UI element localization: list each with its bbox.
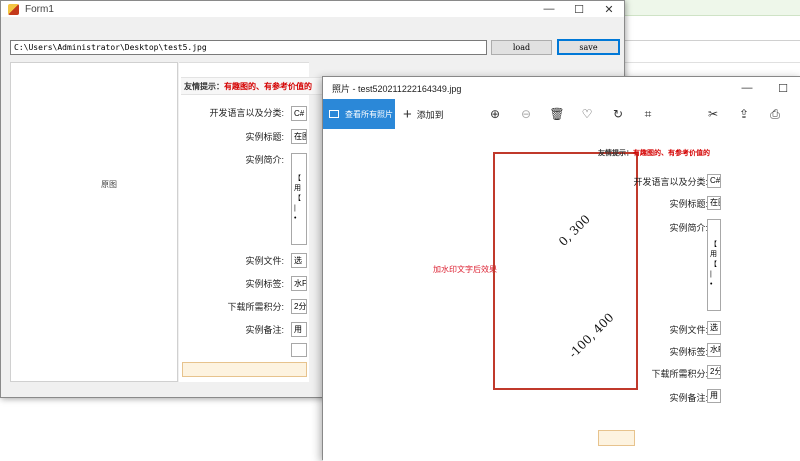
inner-field-title: 在图 <box>707 196 721 210</box>
form1-titlebar: Form1 — ☐ ✕ <box>1 1 624 17</box>
inner-field-file: 选 <box>707 321 721 335</box>
inner-field-tags: 水F <box>707 343 721 357</box>
zoom-in-icon[interactable]: ⊕ <box>483 99 507 129</box>
field-file[interactable]: 选 <box>291 253 307 268</box>
tip-text: 有趣图的、有参考价值的 <box>224 82 312 91</box>
original-picture-label: 原图 <box>101 180 117 189</box>
label-language: 开发语言以及分类: <box>209 108 284 118</box>
form1-title: Form1 <box>25 3 54 15</box>
inner-field-intro: 【 用 【 | • <box>707 219 721 311</box>
label-tags: 实例标签: <box>245 279 284 289</box>
maximize-button[interactable]: ☐ <box>564 1 594 17</box>
photos-window: 照片 - test520211222164349.jpg — ☐ 查看所有照片 … <box>322 76 800 461</box>
tip-prefix: 友情提示： <box>184 82 224 91</box>
inner-screenshot: 友情提示：有趣图的、有参考价值的 开发语言以及分类: C# 实例标题: 在图 实… <box>595 129 800 461</box>
photos-title: 照片 - test520211222164349.jpg <box>332 83 462 94</box>
save-button[interactable]: save <box>557 39 620 55</box>
edit-icon[interactable]: ✂ <box>701 99 725 129</box>
close-button[interactable]: ✕ <box>594 1 624 17</box>
photos-maximize-button[interactable]: ☐ <box>765 77 800 99</box>
heart-icon[interactable]: ♡ <box>575 99 599 129</box>
inner-field-points: 2分 <box>707 365 721 379</box>
inner-label-language: 开发语言以及分类: <box>633 177 708 187</box>
share-icon[interactable]: ⇪ <box>732 99 756 129</box>
inner-tip-bar: 友情提示：有趣图的、有参考价值的 <box>595 147 800 161</box>
plus-icon: + <box>403 105 412 123</box>
photos-toolbar: 查看所有照片 + 添加到 ⊕ ⊖ 🗑 ♡ ↻ ⌗ ✂ ⇪ ⎙ <box>323 99 800 129</box>
inner-tip-text: 有趣图的、有参考价值的 <box>633 150 710 157</box>
inner-label-intro: 实例简介: <box>669 223 708 233</box>
field-title[interactable]: 在图 <box>291 129 307 144</box>
field-notes[interactable]: 用 <box>291 322 307 337</box>
inner-label-notes: 实例备注: <box>669 393 708 403</box>
inner-yellow-bar <box>598 430 635 446</box>
photos-minimize-button[interactable]: — <box>729 77 765 99</box>
inner-label-file: 实例文件: <box>669 325 708 335</box>
crop-icon[interactable]: ⌗ <box>636 99 660 129</box>
field-intro-textarea[interactable]: 【 用 【 | • <box>291 153 307 245</box>
zoom-out-icon[interactable]: ⊖ <box>514 99 538 129</box>
original-picture-box <box>10 62 178 382</box>
file-path-input[interactable]: C:\Users\Administrator\Desktop\test5.jpg <box>10 40 487 55</box>
label-title: 实例标题: <box>245 132 284 142</box>
field-tags[interactable]: 水F <box>291 276 307 291</box>
gallery-icon <box>329 110 339 118</box>
inner-field-language: C# <box>707 174 721 188</box>
view-all-photos-button[interactable]: 查看所有照片 <box>323 99 395 129</box>
inner-label-points: 下载所需积分: <box>651 369 708 379</box>
inner-label-tags: 实例标签: <box>669 347 708 357</box>
yellow-notice-bar <box>182 362 307 377</box>
label-file: 实例文件: <box>245 256 284 266</box>
field-points[interactable]: 2分 <box>291 299 307 314</box>
label-points: 下载所需积分: <box>227 302 284 312</box>
inner-label-title: 实例标题: <box>669 199 708 209</box>
photos-titlebar: 照片 - test520211222164349.jpg — ☐ <box>323 77 800 99</box>
minimize-button[interactable]: — <box>534 1 564 17</box>
label-notes: 实例备注: <box>245 325 284 335</box>
view-all-label: 查看所有照片 <box>345 109 393 119</box>
label-intro: 实例简介: <box>245 155 284 165</box>
field-language[interactable]: C# <box>291 106 307 121</box>
add-to-button[interactable]: + 添加到 <box>403 99 444 129</box>
watermark-effect-label: 加水印文字后效果 <box>433 265 497 274</box>
small-checkbox[interactable] <box>291 343 307 357</box>
add-to-label: 添加到 <box>416 109 444 120</box>
delete-icon[interactable]: 🗑 <box>545 99 569 129</box>
rotate-icon[interactable]: ↻ <box>606 99 630 129</box>
photo-canvas: 加水印文字后效果 0, 300 -100, 400 友情提示：有趣图的、有参考价… <box>323 129 800 461</box>
load-button[interactable]: load <box>491 40 552 55</box>
app-icon <box>8 3 19 15</box>
tip-bar: 友情提示：有趣图的、有参考价值的 <box>181 77 326 95</box>
inner-field-notes: 用 <box>707 389 721 403</box>
print-icon[interactable]: ⎙ <box>763 99 787 129</box>
inner-tip-prefix: 友情提示： <box>598 150 633 157</box>
